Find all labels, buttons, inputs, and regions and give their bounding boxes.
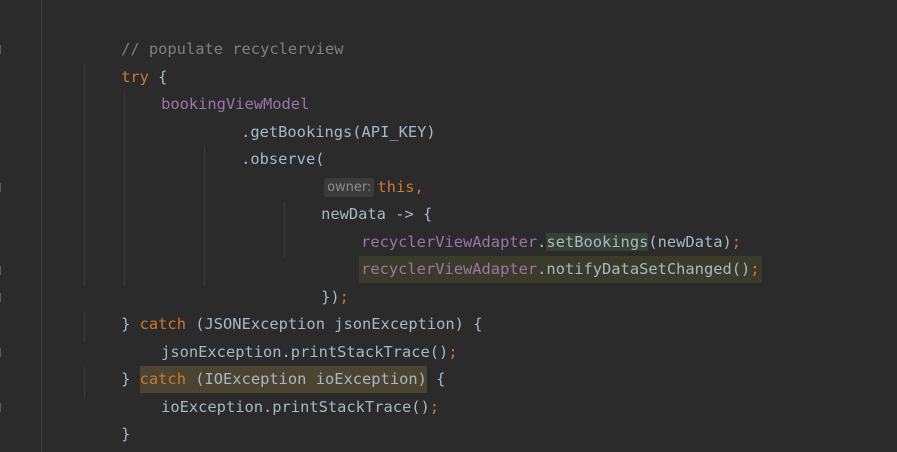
code-line-io-trace[interactable]: ioException.printStackTrace(); bbox=[124, 367, 439, 416]
method-call: ioException.printStackTrace() bbox=[161, 398, 430, 416]
fold-marker-icon[interactable] bbox=[0, 403, 4, 412]
field-recycler-view-adapter: recyclerViewAdapter bbox=[361, 260, 538, 278]
code-line-catch-json[interactable]: } catch (JSONException jsonException) { bbox=[84, 284, 482, 333]
code-line-comment[interactable]: // populate recyclerview bbox=[84, 9, 343, 58]
fold-marker-icon[interactable] bbox=[0, 293, 4, 302]
fold-marker-icon[interactable] bbox=[0, 183, 4, 192]
fold-marker-icon[interactable] bbox=[0, 266, 4, 275]
code-line-notify[interactable]: recyclerViewAdapter.notifyDataSetChanged… bbox=[322, 229, 762, 283]
brace: } bbox=[121, 425, 131, 443]
code-line-close[interactable]: } bbox=[84, 394, 130, 443]
semicolon: ; bbox=[429, 398, 440, 416]
code-line-close-observe[interactable]: }); bbox=[284, 257, 349, 306]
code-line-lambda[interactable]: newData -> { bbox=[284, 174, 432, 223]
code-line-observe[interactable]: .observe( bbox=[204, 119, 324, 168]
method-notify-data-set-changed: notifyDataSetChanged() bbox=[546, 260, 751, 278]
code-line-owner-this[interactable]: owner: this, bbox=[287, 147, 424, 197]
semicolon: ; bbox=[750, 260, 760, 278]
code-line-set-bookings[interactable]: recyclerViewAdapter.setBookings(newData)… bbox=[324, 202, 741, 251]
editor-gutter[interactable] bbox=[0, 0, 42, 452]
code-editor[interactable]: // populate recyclerview try { bookingVi… bbox=[0, 0, 897, 452]
code-line-catch-io[interactable]: } catch (IOException ioException) { bbox=[84, 339, 445, 393]
fold-marker-icon[interactable] bbox=[0, 348, 4, 357]
code-line-get-bookings[interactable]: .getBookings(API_KEY) bbox=[204, 92, 436, 141]
semicolon: ; bbox=[448, 343, 458, 361]
code-line-try[interactable]: try { bbox=[84, 37, 167, 86]
code-line-viewmodel[interactable]: bookingViewModel bbox=[124, 64, 309, 113]
fold-marker-icon[interactable] bbox=[0, 45, 4, 54]
highlighted-statement: recyclerViewAdapter.notifyDataSetChanged… bbox=[359, 256, 762, 283]
code-line-json-trace[interactable]: jsonException.printStackTrace(); bbox=[124, 312, 458, 361]
